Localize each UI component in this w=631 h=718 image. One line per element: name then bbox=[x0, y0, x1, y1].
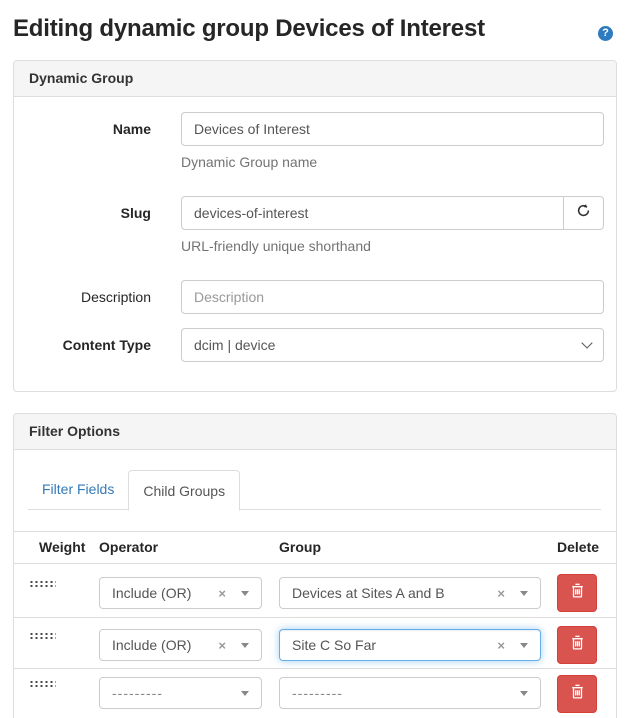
dynamic-group-panel-title: Dynamic Group bbox=[14, 61, 616, 97]
column-header-delete: Delete bbox=[557, 539, 599, 555]
operator-value: --------- bbox=[112, 685, 241, 701]
group-select[interactable]: --------- bbox=[279, 677, 541, 709]
operator-select[interactable]: Include (OR) × bbox=[99, 577, 262, 609]
group-select[interactable]: Site C So Far × bbox=[279, 629, 541, 661]
slug-label: Slug bbox=[14, 196, 166, 230]
child-groups-table: Weight Operator Group Delete Include (OR… bbox=[14, 531, 616, 718]
content-type-value: dcim | device bbox=[194, 337, 583, 353]
name-help-text: Dynamic Group name bbox=[181, 154, 317, 170]
column-header-group: Group bbox=[279, 539, 321, 555]
delete-row-button[interactable] bbox=[557, 574, 597, 612]
drag-handle-icon[interactable] bbox=[29, 680, 56, 688]
operator-select[interactable]: Include (OR) × bbox=[99, 629, 262, 661]
filter-options-panel-title: Filter Options bbox=[14, 414, 616, 450]
operator-select[interactable]: --------- bbox=[99, 677, 262, 709]
clear-icon[interactable]: × bbox=[497, 638, 505, 653]
slug-help-text: URL-friendly unique shorthand bbox=[181, 238, 371, 254]
slug-input[interactable] bbox=[181, 196, 564, 230]
trash-icon bbox=[570, 582, 585, 604]
column-header-weight: Weight bbox=[39, 539, 85, 555]
description-label: Description bbox=[14, 280, 166, 314]
dropdown-arrow-icon bbox=[241, 643, 249, 648]
dynamic-group-panel: Dynamic Group Name Dynamic Group name Sl… bbox=[13, 60, 617, 392]
name-label: Name bbox=[14, 112, 166, 146]
page-title: Editing dynamic group Devices of Interes… bbox=[13, 15, 485, 43]
content-type-select[interactable]: dcim | device bbox=[181, 328, 604, 362]
tab-filter-fields[interactable]: Filter Fields bbox=[28, 469, 128, 510]
operator-value: Include (OR) bbox=[112, 585, 218, 601]
delete-row-button[interactable] bbox=[557, 675, 597, 713]
chevron-down-icon bbox=[581, 337, 592, 348]
slug-regenerate-button[interactable] bbox=[564, 196, 604, 230]
group-value: Devices at Sites A and B bbox=[292, 585, 497, 601]
tab-child-groups[interactable]: Child Groups bbox=[128, 470, 240, 511]
clear-icon[interactable]: × bbox=[218, 638, 226, 653]
trash-icon bbox=[570, 634, 585, 656]
edit-dynamic-group-page: Editing dynamic group Devices of Interes… bbox=[0, 0, 631, 718]
column-header-operator: Operator bbox=[99, 539, 158, 555]
drag-handle-icon[interactable] bbox=[29, 580, 56, 588]
dropdown-arrow-icon bbox=[241, 591, 249, 596]
filter-options-panel: Filter Options Filter FieldsChild Groups… bbox=[13, 413, 617, 718]
group-value: --------- bbox=[292, 685, 520, 701]
group-value: Site C So Far bbox=[292, 637, 497, 653]
clear-icon[interactable]: × bbox=[497, 586, 505, 601]
drag-handle-icon[interactable] bbox=[29, 632, 56, 640]
delete-row-button[interactable] bbox=[557, 626, 597, 664]
table-row: --------- --------- bbox=[14, 669, 616, 718]
dropdown-arrow-icon bbox=[241, 691, 249, 696]
table-row: Include (OR) × Devices at Sites A and B … bbox=[14, 564, 616, 618]
clear-icon[interactable]: × bbox=[218, 586, 226, 601]
filter-tabs: Filter FieldsChild Groups bbox=[28, 469, 601, 510]
dropdown-arrow-icon bbox=[520, 643, 528, 648]
trash-icon bbox=[570, 683, 585, 705]
table-header-row: Weight Operator Group Delete bbox=[14, 532, 616, 564]
group-select[interactable]: Devices at Sites A and B × bbox=[279, 577, 541, 609]
help-icon[interactable]: ? bbox=[598, 26, 613, 41]
name-input[interactable] bbox=[181, 112, 604, 146]
content-type-label: Content Type bbox=[14, 328, 166, 362]
dropdown-arrow-icon bbox=[520, 591, 528, 596]
operator-value: Include (OR) bbox=[112, 637, 218, 653]
table-row: Include (OR) × Site C So Far × bbox=[14, 618, 616, 669]
description-input[interactable] bbox=[181, 280, 604, 314]
dropdown-arrow-icon bbox=[520, 691, 528, 696]
refresh-icon bbox=[576, 203, 591, 223]
